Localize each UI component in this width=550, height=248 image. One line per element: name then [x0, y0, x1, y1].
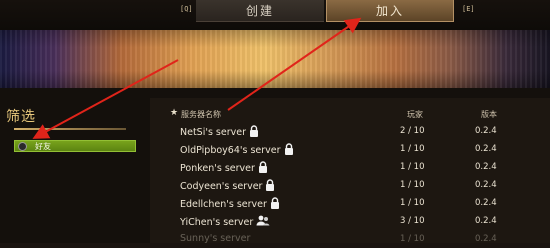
server-version: 0.2.4: [475, 180, 497, 190]
lock-icon: [265, 179, 275, 194]
server-name: Codyeen's server: [180, 179, 275, 194]
server-name: Edellchen's server: [180, 197, 280, 212]
column-header-name[interactable]: 服务器名称: [181, 109, 221, 120]
server-version: 0.2.4: [475, 198, 497, 208]
column-header-players[interactable]: 玩家: [407, 109, 423, 120]
server-row[interactable]: Codyeen's server 1 / 10 0.2.4: [150, 176, 550, 194]
server-row[interactable]: NetSi's server 2 / 10 0.2.4: [150, 122, 550, 140]
server-row[interactable]: Ponken's server 1 / 10 0.2.4: [150, 158, 550, 176]
filter-divider: [14, 128, 126, 130]
server-name: OldPipboy64's server: [180, 143, 294, 158]
server-name: Ponken's server: [180, 161, 268, 176]
server-version: 0.2.4: [475, 216, 497, 226]
server-row[interactable]: Sunny's server 1 / 10 0.2.4: [150, 230, 550, 248]
filter-title: 筛选: [6, 109, 36, 125]
server-players: 1 / 10: [400, 144, 425, 154]
friends-checkbox-icon[interactable]: [18, 141, 27, 151]
lock-icon: [249, 125, 259, 140]
server-version: 0.2.4: [475, 162, 497, 172]
friends-filter-toggle[interactable]: 好友: [14, 140, 136, 152]
friends-icon: [256, 215, 270, 229]
server-players: 1 / 10: [400, 198, 425, 208]
server-row[interactable]: Edellchen's server 1 / 10 0.2.4: [150, 194, 550, 212]
server-row[interactable]: YiChen's server 3 / 10 0.2.4: [150, 212, 550, 230]
favorite-star-icon[interactable]: ★: [170, 108, 178, 118]
server-name: YiChen's server: [180, 215, 270, 229]
column-header-version[interactable]: 版本: [481, 109, 497, 120]
hotkey-left-hint: [Q]: [180, 5, 193, 13]
lock-icon: [258, 161, 268, 176]
friends-filter-label: 好友: [35, 141, 51, 151]
server-name: NetSi's server: [180, 125, 259, 140]
server-version: 0.2.4: [475, 144, 497, 154]
server-players: 2 / 10: [400, 126, 425, 136]
lock-icon: [270, 197, 280, 212]
banner-image: [0, 30, 550, 88]
tab-join[interactable]: 加入: [326, 0, 454, 22]
hotkey-right-hint: [E]: [462, 5, 475, 13]
server-players: 3 / 10: [400, 216, 425, 226]
server-players: 1 / 10: [400, 162, 425, 172]
server-name: Sunny's server: [180, 233, 251, 244]
server-version: 0.2.4: [475, 126, 497, 136]
server-players: 1 / 10: [400, 180, 425, 190]
lock-icon: [284, 143, 294, 158]
tab-create[interactable]: 创建: [196, 0, 324, 22]
server-row[interactable]: OldPipboy64's server 1 / 10 0.2.4: [150, 140, 550, 158]
